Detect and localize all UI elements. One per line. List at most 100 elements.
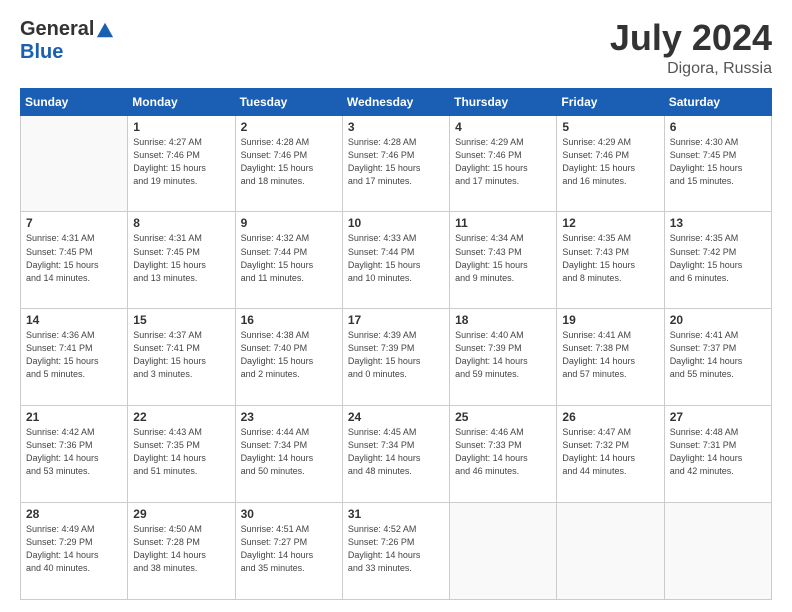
day-info: Sunrise: 4:28 AM Sunset: 7:46 PM Dayligh… bbox=[241, 136, 337, 188]
calendar-cell bbox=[557, 503, 664, 600]
day-number: 9 bbox=[241, 216, 337, 230]
calendar-week-row: 14 Sunrise: 4:36 AM Sunset: 7:41 PM Dayli… bbox=[21, 309, 772, 406]
calendar-cell bbox=[450, 503, 557, 600]
day-number: 31 bbox=[348, 507, 444, 521]
day-info: Sunrise: 4:38 AM Sunset: 7:40 PM Dayligh… bbox=[241, 329, 337, 381]
calendar-cell: 9Sunrise: 4:32 AM Sunset: 7:44 PM Daylig… bbox=[235, 212, 342, 309]
day-info: Sunrise: 4:41 AM Sunset: 7:38 PM Dayligh… bbox=[562, 329, 658, 381]
logo-blue: Blue bbox=[20, 41, 63, 64]
title-location: Digora, Russia bbox=[610, 60, 772, 78]
calendar-cell: 29 Sunrise: 4:50 AM Sunset: 7:28 PM Dayli… bbox=[128, 503, 235, 600]
calendar-header-saturday: Saturday bbox=[664, 88, 771, 115]
day-number: 7 bbox=[26, 216, 122, 230]
day-info: Sunrise: 4:27 AM Sunset: 7:46 PM Dayligh… bbox=[133, 136, 229, 188]
day-info: Sunrise: 4:28 AM Sunset: 7:46 PM Dayligh… bbox=[348, 136, 444, 188]
calendar-header-tuesday: Tuesday bbox=[235, 88, 342, 115]
calendar-header-sunday: Sunday bbox=[21, 88, 128, 115]
day-number: 8 bbox=[133, 216, 229, 230]
logo-general: General bbox=[20, 18, 94, 41]
day-info: Sunrise: 4:47 AM Sunset: 7:32 PM Dayligh… bbox=[562, 426, 658, 478]
calendar-cell bbox=[21, 115, 128, 212]
calendar-cell: 1 Sunrise: 4:27 AM Sunset: 7:46 PM Daylig… bbox=[128, 115, 235, 212]
day-number: 4 bbox=[455, 120, 551, 134]
day-info: Sunrise: 4:41 AM Sunset: 7:37 PM Dayligh… bbox=[670, 329, 766, 381]
day-number: 5 bbox=[562, 120, 658, 134]
logo: General Blue bbox=[20, 18, 114, 64]
calendar-cell: 28 Sunrise: 4:49 AM Sunset: 7:29 PM Dayli… bbox=[21, 503, 128, 600]
day-number: 6 bbox=[670, 120, 766, 134]
calendar-cell: 4 Sunrise: 4:29 AM Sunset: 7:46 PM Daylig… bbox=[450, 115, 557, 212]
day-number: 14 bbox=[26, 313, 122, 327]
day-info: Sunrise: 4:48 AM Sunset: 7:31 PM Dayligh… bbox=[670, 426, 766, 478]
day-info: Sunrise: 4:44 AM Sunset: 7:34 PM Dayligh… bbox=[241, 426, 337, 478]
day-info: Sunrise: 4:45 AM Sunset: 7:34 PM Dayligh… bbox=[348, 426, 444, 478]
day-number: 24 bbox=[348, 410, 444, 424]
title-block: July 2024 Digora, Russia bbox=[610, 18, 772, 78]
day-number: 13 bbox=[670, 216, 766, 230]
day-number: 29 bbox=[133, 507, 229, 521]
day-number: 23 bbox=[241, 410, 337, 424]
day-number: 17 bbox=[348, 313, 444, 327]
calendar-header-thursday: Thursday bbox=[450, 88, 557, 115]
day-number: 2 bbox=[241, 120, 337, 134]
calendar-cell: 5 Sunrise: 4:29 AM Sunset: 7:46 PM Daylig… bbox=[557, 115, 664, 212]
calendar-cell: 27Sunrise: 4:48 AM Sunset: 7:31 PM Dayli… bbox=[664, 406, 771, 503]
day-number: 19 bbox=[562, 313, 658, 327]
calendar-cell: 3Sunrise: 4:28 AM Sunset: 7:46 PM Daylig… bbox=[342, 115, 449, 212]
calendar-week-row: 1 Sunrise: 4:27 AM Sunset: 7:46 PM Daylig… bbox=[21, 115, 772, 212]
calendar-week-row: 7 Sunrise: 4:31 AM Sunset: 7:45 PM Daylig… bbox=[21, 212, 772, 309]
logo-icon bbox=[96, 21, 114, 39]
day-number: 30 bbox=[241, 507, 337, 521]
calendar-header-wednesday: Wednesday bbox=[342, 88, 449, 115]
day-info: Sunrise: 4:40 AM Sunset: 7:39 PM Dayligh… bbox=[455, 329, 551, 381]
calendar-cell: 15Sunrise: 4:37 AM Sunset: 7:41 PM Dayli… bbox=[128, 309, 235, 406]
calendar-cell: 11Sunrise: 4:34 AM Sunset: 7:43 PM Dayli… bbox=[450, 212, 557, 309]
calendar-cell: 25 Sunrise: 4:46 AM Sunset: 7:33 PM Dayli… bbox=[450, 406, 557, 503]
day-number: 22 bbox=[133, 410, 229, 424]
calendar-cell: 30 Sunrise: 4:51 AM Sunset: 7:27 PM Dayli… bbox=[235, 503, 342, 600]
day-info: Sunrise: 4:42 AM Sunset: 7:36 PM Dayligh… bbox=[26, 426, 122, 478]
day-info: Sunrise: 4:35 AM Sunset: 7:43 PM Dayligh… bbox=[562, 232, 658, 284]
day-info: Sunrise: 4:52 AM Sunset: 7:26 PM Dayligh… bbox=[348, 523, 444, 575]
calendar-header-friday: Friday bbox=[557, 88, 664, 115]
day-info: Sunrise: 4:36 AM Sunset: 7:41 PM Dayligh… bbox=[26, 329, 122, 381]
calendar-cell: 13 Sunrise: 4:35 AM Sunset: 7:42 PM Dayli… bbox=[664, 212, 771, 309]
calendar-table: SundayMondayTuesdayWednesdayThursdayFrid… bbox=[20, 88, 772, 600]
day-number: 12 bbox=[562, 216, 658, 230]
calendar-cell: 19 Sunrise: 4:41 AM Sunset: 7:38 PM Dayli… bbox=[557, 309, 664, 406]
day-info: Sunrise: 4:50 AM Sunset: 7:28 PM Dayligh… bbox=[133, 523, 229, 575]
calendar-cell: 18Sunrise: 4:40 AM Sunset: 7:39 PM Dayli… bbox=[450, 309, 557, 406]
calendar-cell: 7 Sunrise: 4:31 AM Sunset: 7:45 PM Daylig… bbox=[21, 212, 128, 309]
calendar-cell: 24 Sunrise: 4:45 AM Sunset: 7:34 PM Dayli… bbox=[342, 406, 449, 503]
calendar-cell: 8Sunrise: 4:31 AM Sunset: 7:45 PM Daylig… bbox=[128, 212, 235, 309]
calendar-cell: 21Sunrise: 4:42 AM Sunset: 7:36 PM Dayli… bbox=[21, 406, 128, 503]
day-number: 15 bbox=[133, 313, 229, 327]
day-info: Sunrise: 4:43 AM Sunset: 7:35 PM Dayligh… bbox=[133, 426, 229, 478]
day-info: Sunrise: 4:31 AM Sunset: 7:45 PM Dayligh… bbox=[26, 232, 122, 284]
calendar-header-monday: Monday bbox=[128, 88, 235, 115]
day-info: Sunrise: 4:34 AM Sunset: 7:43 PM Dayligh… bbox=[455, 232, 551, 284]
day-number: 25 bbox=[455, 410, 551, 424]
day-info: Sunrise: 4:49 AM Sunset: 7:29 PM Dayligh… bbox=[26, 523, 122, 575]
calendar-cell: 16Sunrise: 4:38 AM Sunset: 7:40 PM Dayli… bbox=[235, 309, 342, 406]
day-number: 20 bbox=[670, 313, 766, 327]
calendar-cell bbox=[664, 503, 771, 600]
day-number: 28 bbox=[26, 507, 122, 521]
calendar-cell: 6Sunrise: 4:30 AM Sunset: 7:45 PM Daylig… bbox=[664, 115, 771, 212]
calendar-cell: 10Sunrise: 4:33 AM Sunset: 7:44 PM Dayli… bbox=[342, 212, 449, 309]
calendar-cell: 20 Sunrise: 4:41 AM Sunset: 7:37 PM Dayli… bbox=[664, 309, 771, 406]
calendar-cell: 14 Sunrise: 4:36 AM Sunset: 7:41 PM Dayli… bbox=[21, 309, 128, 406]
calendar-cell: 17 Sunrise: 4:39 AM Sunset: 7:39 PM Dayli… bbox=[342, 309, 449, 406]
calendar-cell: 22 Sunrise: 4:43 AM Sunset: 7:35 PM Dayli… bbox=[128, 406, 235, 503]
day-info: Sunrise: 4:35 AM Sunset: 7:42 PM Dayligh… bbox=[670, 232, 766, 284]
day-info: Sunrise: 4:29 AM Sunset: 7:46 PM Dayligh… bbox=[562, 136, 658, 188]
day-number: 1 bbox=[133, 120, 229, 134]
day-info: Sunrise: 4:29 AM Sunset: 7:46 PM Dayligh… bbox=[455, 136, 551, 188]
day-info: Sunrise: 4:51 AM Sunset: 7:27 PM Dayligh… bbox=[241, 523, 337, 575]
title-month: July 2024 bbox=[610, 18, 772, 58]
day-number: 10 bbox=[348, 216, 444, 230]
day-info: Sunrise: 4:46 AM Sunset: 7:33 PM Dayligh… bbox=[455, 426, 551, 478]
calendar-cell: 26Sunrise: 4:47 AM Sunset: 7:32 PM Dayli… bbox=[557, 406, 664, 503]
calendar-cell: 2 Sunrise: 4:28 AM Sunset: 7:46 PM Daylig… bbox=[235, 115, 342, 212]
day-info: Sunrise: 4:39 AM Sunset: 7:39 PM Dayligh… bbox=[348, 329, 444, 381]
